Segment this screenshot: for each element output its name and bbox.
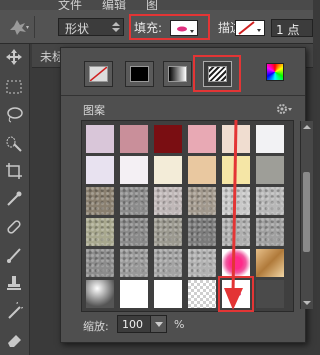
pattern-swatch-24[interactable]: [256, 218, 284, 246]
scroll-down-icon[interactable]: [302, 299, 312, 307]
pattern-menu-button[interactable]: [275, 102, 293, 116]
stroke-width-field[interactable]: 1 点: [271, 19, 313, 37]
bandage-icon: [7, 220, 21, 234]
menu-item-file[interactable]: 文件: [58, 0, 82, 10]
history-brush-icon: [8, 299, 26, 319]
scale-label: 缩放:: [83, 320, 109, 333]
move-tool[interactable]: [5, 48, 23, 66]
scroll-thumb[interactable]: [303, 172, 310, 252]
crop-tool[interactable]: [5, 162, 23, 180]
eraser-tool[interactable]: [5, 330, 23, 348]
scale-field[interactable]: 100: [117, 315, 167, 333]
pattern-swatch-22[interactable]: [188, 218, 216, 246]
menu-item-edit[interactable]: 编辑: [102, 0, 126, 10]
shape-mode-select[interactable]: 形状: [58, 18, 124, 36]
pattern-swatch-8[interactable]: [120, 156, 148, 184]
pattern-swatch-31[interactable]: [86, 280, 114, 308]
quick-selection-tool[interactable]: [5, 134, 23, 152]
stroke-width-value: 1 点: [276, 23, 300, 37]
section-title: 图案: [83, 104, 105, 117]
pattern-swatch-30[interactable]: [256, 249, 284, 277]
pattern-swatch-3[interactable]: [154, 125, 182, 153]
pattern-swatch-21[interactable]: [154, 218, 182, 246]
no-fill-button[interactable]: [84, 61, 113, 87]
fill-label: 填充:: [134, 21, 163, 35]
pattern-swatch-19[interactable]: [86, 218, 114, 246]
pattern-preview-icon: [177, 26, 194, 33]
pattern-swatch-18[interactable]: [256, 187, 284, 215]
pattern-swatch-25[interactable]: [86, 249, 114, 277]
scroll-up-icon[interactable]: [302, 123, 312, 131]
clone-stamp-tool[interactable]: [5, 274, 23, 292]
pattern-grid: [81, 120, 313, 312]
menu-bar: 文件 编辑 图: [0, 0, 313, 10]
chevron-down-icon: [155, 322, 163, 327]
divider: [61, 95, 305, 96]
pattern-swatch-28[interactable]: [188, 249, 216, 277]
pattern-swatch-4[interactable]: [188, 125, 216, 153]
pattern-swatch-16[interactable]: [188, 187, 216, 215]
eyedropper-icon: [7, 191, 22, 206]
crop-icon: [6, 163, 22, 179]
scale-unit: %: [174, 318, 185, 331]
healing-brush-tool[interactable]: [5, 218, 23, 236]
pattern-highlight-box: [193, 55, 241, 92]
pattern-swatch-12[interactable]: [256, 156, 284, 184]
pattern-swatch-15[interactable]: [154, 187, 182, 215]
pattern-swatch-2[interactable]: [120, 125, 148, 153]
gradient-button[interactable]: [163, 61, 192, 87]
pattern-swatch-26[interactable]: [120, 249, 148, 277]
gradient-icon: [168, 66, 187, 82]
scale-value: 100: [122, 318, 143, 331]
gear-icon: [277, 104, 292, 114]
stamp-icon: [7, 276, 21, 290]
tool-preset-picker[interactable]: [8, 18, 30, 36]
shape-mode-value: 形状: [65, 22, 90, 36]
custom-shape-icon: [10, 20, 29, 35]
pattern-swatch-27[interactable]: [154, 249, 182, 277]
pattern-swatch-32[interactable]: [120, 280, 148, 308]
eraser-icon: [8, 335, 21, 347]
color-picker-icon[interactable]: [266, 63, 284, 81]
pattern-swatch-20[interactable]: [120, 218, 148, 246]
marquee-tool[interactable]: [5, 78, 23, 96]
fill-type-panel: 图案 缩放: 100 %: [60, 47, 313, 343]
stroke-color-icon: [238, 21, 261, 35]
move-icon: [6, 49, 22, 65]
pattern-swatch-1[interactable]: [86, 125, 114, 153]
pattern-scrollbar[interactable]: [300, 121, 313, 309]
scale-dropdown-button[interactable]: [150, 316, 166, 332]
rectangle-marquee-icon: [6, 80, 22, 94]
no-color-icon: [89, 66, 108, 82]
tools-panel: [0, 44, 30, 355]
select-arrows-icon: [112, 22, 120, 32]
pattern-swatch-14[interactable]: [120, 187, 148, 215]
brush-tool[interactable]: [5, 246, 23, 264]
history-brush-tool[interactable]: [5, 299, 26, 320]
quick-selection-icon: [6, 136, 22, 152]
red-arrow-annotation: [224, 119, 243, 310]
brush-icon: [7, 248, 21, 263]
lasso-icon: [7, 107, 23, 123]
pattern-swatch-33[interactable]: [154, 280, 182, 308]
lasso-tool[interactable]: [5, 106, 23, 124]
pattern-swatch-10[interactable]: [188, 156, 216, 184]
fill-swatch-button[interactable]: [170, 20, 198, 36]
stroke-swatch-button[interactable]: [235, 20, 265, 36]
solid-color-icon: [130, 66, 149, 82]
pattern-swatch-13[interactable]: [86, 187, 114, 215]
pattern-swatch-9[interactable]: [154, 156, 182, 184]
menu-item-image[interactable]: 图: [146, 0, 158, 10]
options-bar: 形状 填充: 描边: 1 点: [0, 10, 313, 44]
pattern-swatch-7[interactable]: [86, 156, 114, 184]
solid-color-button[interactable]: [125, 61, 154, 87]
pattern-swatch-36[interactable]: [256, 280, 284, 308]
divider: [34, 16, 35, 38]
eyedropper-tool[interactable]: [5, 190, 23, 208]
pattern-swatch-34[interactable]: [188, 280, 216, 308]
pattern-swatch-6[interactable]: [256, 125, 284, 153]
